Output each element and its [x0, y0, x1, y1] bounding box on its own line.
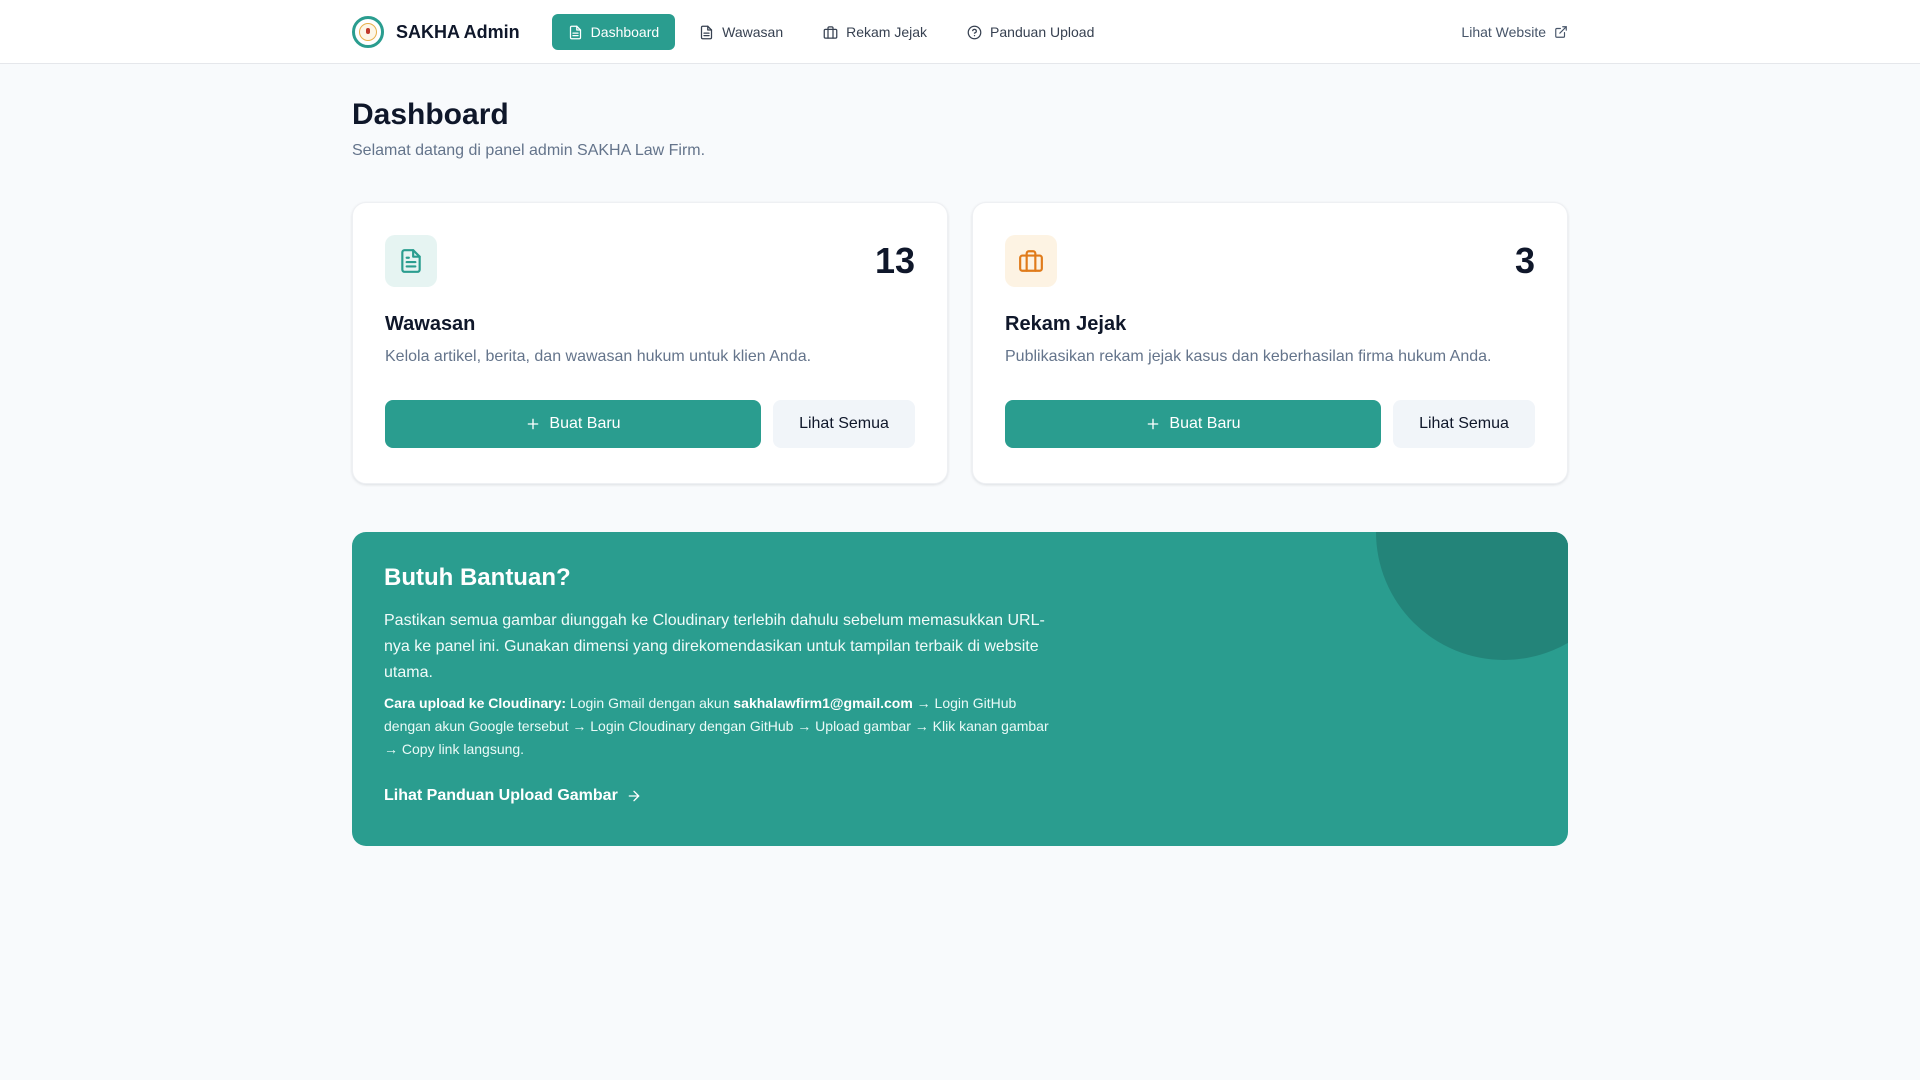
card-actions: Buat Baru Lihat Semua — [385, 400, 915, 448]
help-content: Butuh Bantuan? Pastikan semua gambar diu… — [384, 564, 1064, 805]
nav-link-dashboard[interactable]: Dashboard — [551, 14, 676, 50]
nav-link-label: Wawasan — [722, 24, 784, 40]
card-count: 3 — [1514, 240, 1535, 281]
briefcase-icon — [1019, 250, 1043, 272]
card-description: Publikasikan rekam jejak kasus dan keber… — [1005, 348, 1492, 365]
nav-link-rekam-jejak[interactable]: Rekam Jejak — [807, 14, 943, 50]
external-link-icon — [1555, 26, 1567, 38]
view-all-wawasan-button[interactable]: Lihat Semua — [773, 400, 915, 448]
button-label: Lihat Semua — [1419, 415, 1509, 432]
create-rekam-jejak-button[interactable]: Buat Baru — [1005, 400, 1381, 448]
decorative-circle — [1376, 532, 1568, 660]
view-website-label: Lihat Website — [1461, 24, 1546, 40]
help-steps-pre: Login Gmail dengan akun — [566, 695, 734, 711]
page-subtitle: Selamat datang di panel admin SAKHA Law … — [352, 142, 706, 159]
nav-link-label: Rekam Jejak — [846, 24, 928, 40]
card-header: 3 — [1005, 235, 1535, 287]
brand-title: SAKHA Admin — [396, 21, 520, 42]
card-rekam-jejak: 3 Rekam Jejak Publikasikan rekam jejak k… — [972, 202, 1568, 484]
document-icon — [701, 25, 713, 39]
navbar-container: SAKHA Admin Dashboard Wawasan Rekam Jeja… — [352, 0, 1568, 64]
brand[interactable]: SAKHA Admin — [352, 16, 520, 48]
nav-link-label: Dashboard — [590, 24, 660, 40]
briefcase-icon — [823, 25, 838, 39]
nav-link-wawasan[interactable]: Wawasan — [683, 14, 799, 50]
help-banner: Butuh Bantuan? Pastikan semua gambar diu… — [352, 532, 1568, 846]
card-description: Kelola artikel, berita, dan wawasan huku… — [385, 348, 812, 365]
card-title: Rekam Jejak — [1005, 313, 1127, 335]
sakha-logo-icon — [352, 16, 384, 48]
card-icon-box — [1005, 235, 1057, 287]
create-wawasan-button[interactable]: Buat Baru — [385, 400, 761, 448]
button-label: Lihat Semua — [799, 415, 889, 432]
upload-guide-label: Lihat Panduan Upload Gambar — [384, 787, 618, 804]
view-website-link[interactable]: Lihat Website — [1461, 24, 1568, 40]
card-actions: Buat Baru Lihat Semua — [1005, 400, 1535, 448]
button-label: Buat Baru — [549, 415, 621, 432]
upload-guide-link[interactable]: Lihat Panduan Upload Gambar — [384, 787, 642, 805]
button-label: Buat Baru — [1169, 415, 1241, 432]
card-count: 13 — [874, 240, 915, 281]
plus-icon — [528, 418, 539, 430]
help-text: Pastikan semua gambar diunggah ke Cloudi… — [384, 612, 1045, 681]
page-title: Dashboard — [352, 98, 509, 131]
nav-links: Dashboard Wawasan Rekam Jejak Panduan Up… — [551, 14, 1111, 50]
help-title: Butuh Bantuan? — [384, 564, 571, 591]
arrow-right-icon — [628, 790, 640, 802]
top-navbar: SAKHA Admin Dashboard Wawasan Rekam Jeja… — [0, 0, 1920, 64]
card-header: 13 — [385, 235, 915, 287]
stat-cards: 13 Wawasan Kelola artikel, berita, dan w… — [352, 202, 1568, 484]
plus-icon — [1148, 418, 1159, 430]
document-icon — [569, 25, 581, 39]
card-icon-box — [385, 235, 437, 287]
help-steps: Cara upload ke Cloudinary: Login Gmail d… — [384, 692, 1064, 761]
document-icon — [401, 249, 421, 273]
help-steps-email: sakhalawfirm1@gmail.com — [733, 695, 913, 711]
main-content: Dashboard Selamat datang di panel admin … — [352, 64, 1568, 846]
nav-link-label: Panduan Upload — [990, 24, 1095, 40]
help-steps-label: Cara upload ke Cloudinary: — [384, 695, 567, 711]
help-circle-icon — [967, 25, 982, 39]
view-all-rekam-jejak-button[interactable]: Lihat Semua — [1393, 400, 1535, 448]
card-title: Wawasan — [385, 313, 476, 335]
card-wawasan: 13 Wawasan Kelola artikel, berita, dan w… — [352, 202, 948, 484]
nav-link-panduan-upload[interactable]: Panduan Upload — [951, 14, 1110, 50]
